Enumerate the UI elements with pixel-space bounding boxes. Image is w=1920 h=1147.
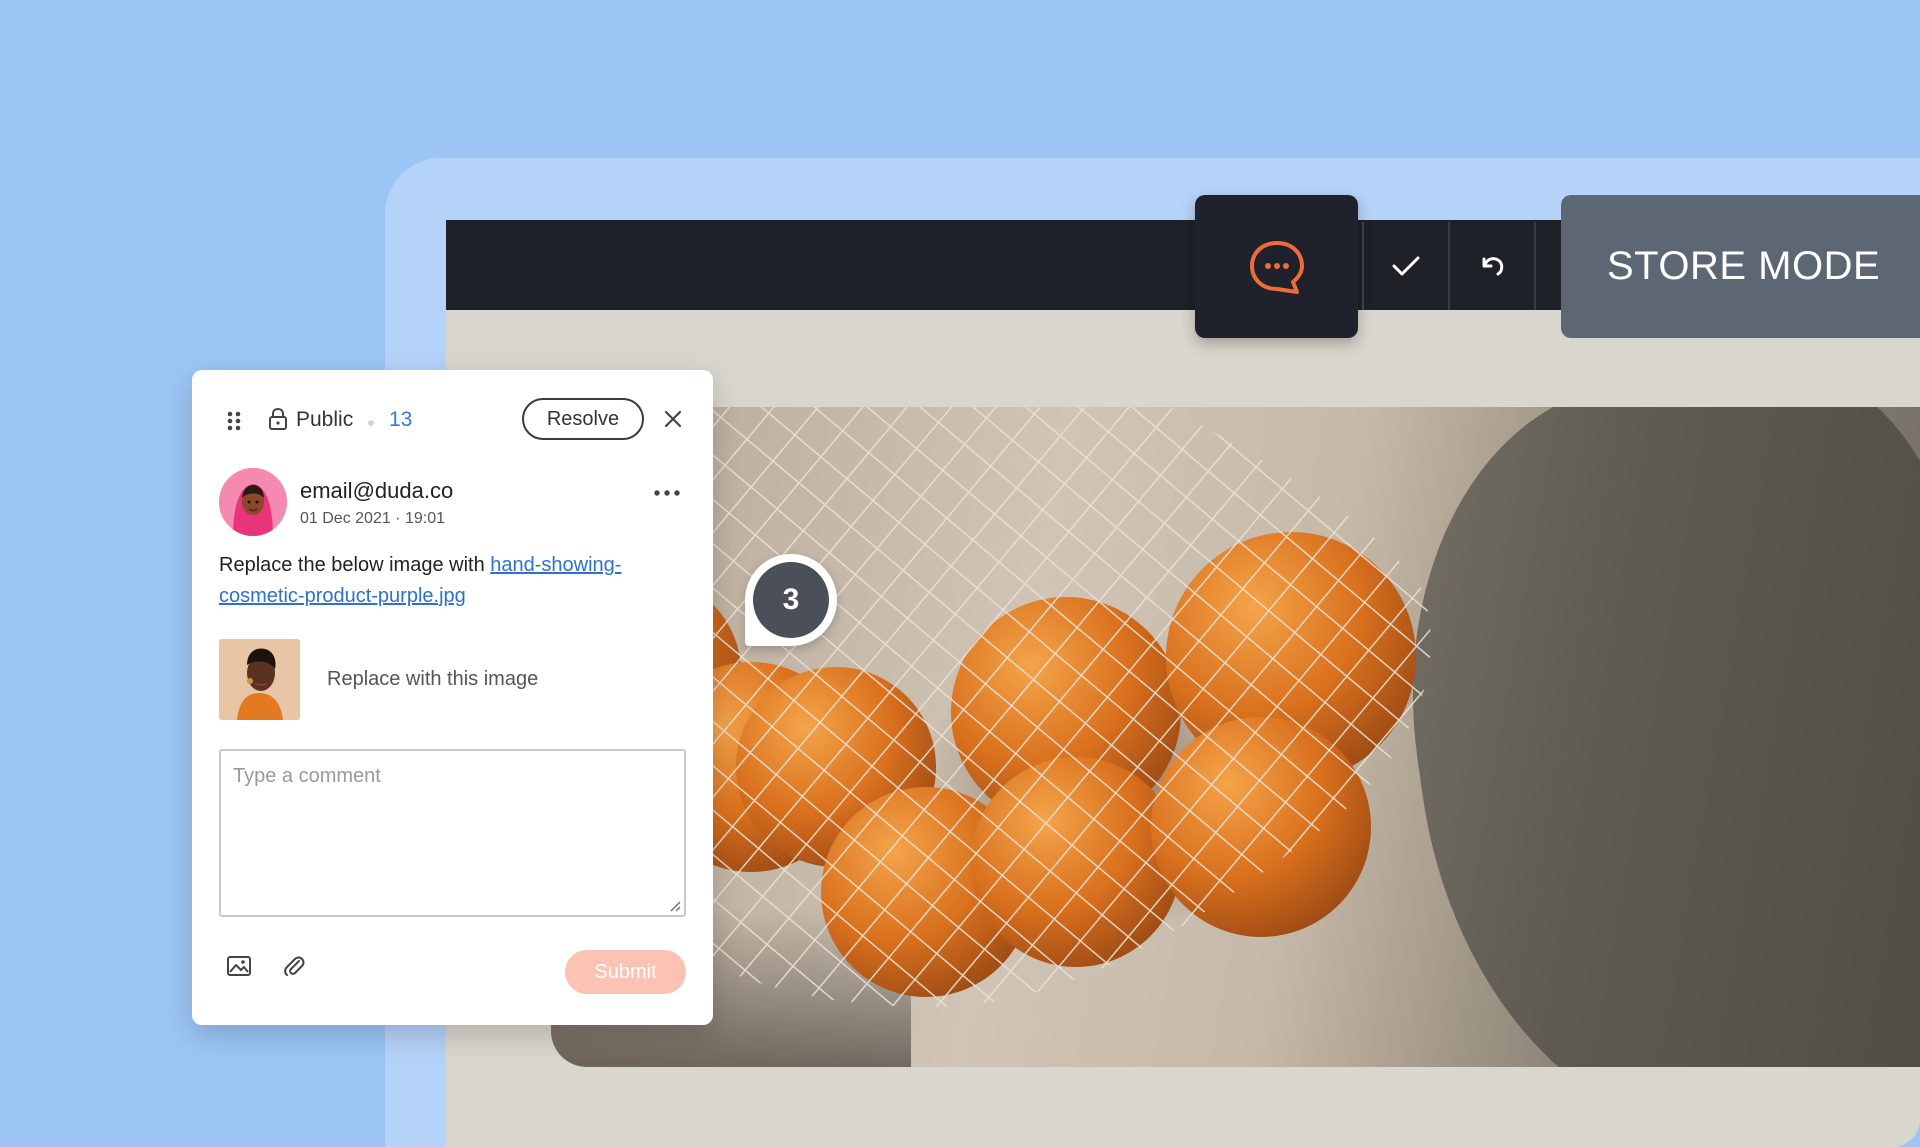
hero-image[interactable] xyxy=(551,407,1920,1067)
separator-dot xyxy=(368,420,374,426)
background-stage: STORE MODE 3 Public 13 Resolve email@dud… xyxy=(0,0,1920,1147)
comment-author: email@duda.co xyxy=(300,478,454,503)
comment-pin-number: 3 xyxy=(753,562,829,638)
comments-toggle-button[interactable] xyxy=(1195,195,1358,338)
attachment-thumbnail[interactable] xyxy=(219,639,300,720)
attachment-caption: Replace with this image xyxy=(327,668,539,690)
undo-icon xyxy=(1482,257,1504,276)
store-mode-badge[interactable]: STORE MODE xyxy=(1561,195,1920,338)
submit-button[interactable]: Submit xyxy=(565,950,686,994)
paperclip-icon xyxy=(284,956,305,976)
undo-button[interactable] xyxy=(1448,222,1536,310)
attach-file-button[interactable] xyxy=(280,952,308,980)
string-net-bag xyxy=(551,407,1431,1007)
drag-handle-icon[interactable] xyxy=(226,410,242,432)
resolve-button[interactable]: Resolve xyxy=(522,398,644,440)
comment-date: 01 Dec 2021 · 19:01 xyxy=(300,510,445,527)
store-mode-label: STORE MODE xyxy=(1607,244,1881,288)
comment-pin[interactable]: 3 xyxy=(745,554,837,646)
comment-message: Replace the below image with hand-showin… xyxy=(219,550,689,612)
visibility-label[interactable]: Public xyxy=(296,408,353,432)
chat-bubble-icon xyxy=(1249,240,1304,294)
insert-image-button[interactable] xyxy=(225,952,253,980)
comment-panel-header: Public 13 Resolve xyxy=(192,398,713,446)
more-options-icon[interactable] xyxy=(652,486,682,500)
comment-panel: Public 13 Resolve email@duda.co 01 Dec 2… xyxy=(192,370,713,1025)
comment-input[interactable] xyxy=(219,749,686,917)
close-icon[interactable] xyxy=(662,408,684,430)
user-avatar-illustration xyxy=(219,468,287,536)
checkmark-icon xyxy=(1392,256,1420,276)
comment-count: 13 xyxy=(389,408,413,431)
resize-grip-icon[interactable] xyxy=(669,900,681,912)
avatar xyxy=(219,468,287,536)
portrait-thumbnail-illustration xyxy=(219,639,300,720)
approve-button[interactable] xyxy=(1362,222,1448,310)
comment-message-text: Replace the below image with xyxy=(219,554,491,576)
lock-icon xyxy=(269,407,287,430)
image-icon xyxy=(227,956,251,976)
